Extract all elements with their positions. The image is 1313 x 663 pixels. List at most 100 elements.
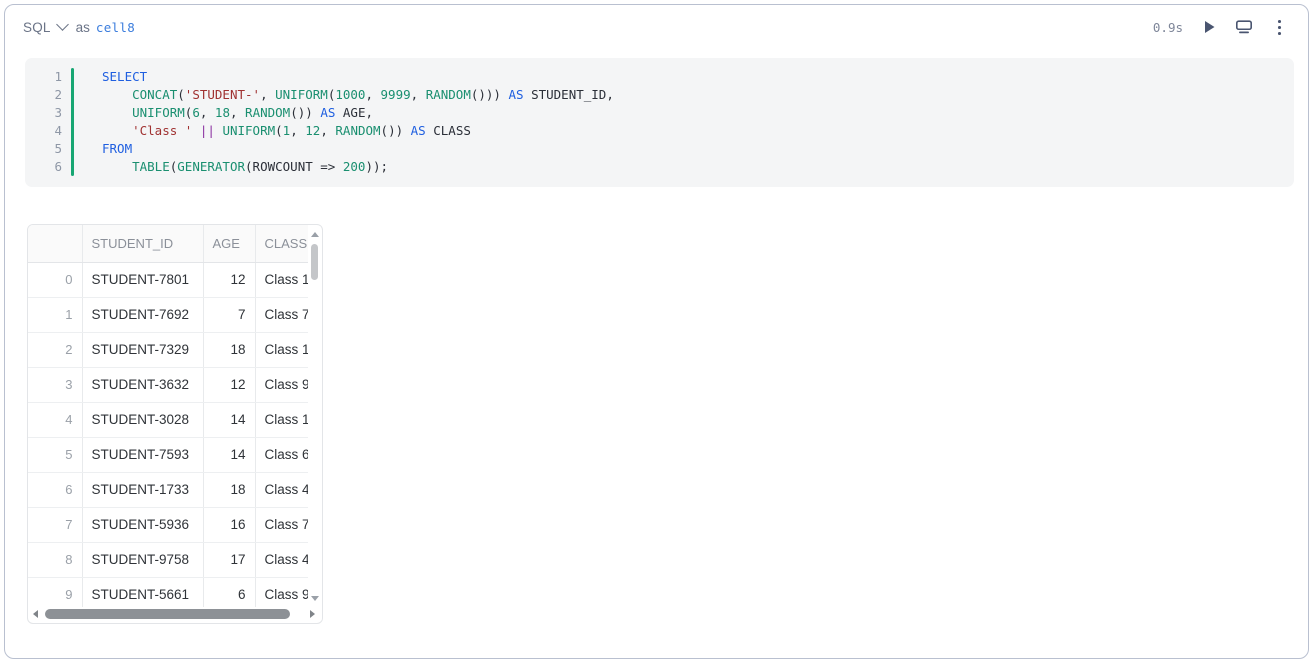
- cell-row-index[interactable]: 5: [28, 437, 82, 472]
- cell-class[interactable]: Class 4: [255, 472, 308, 507]
- cell-class[interactable]: Class 7: [255, 297, 308, 332]
- chevron-down-icon[interactable]: [56, 18, 69, 31]
- code-token: 6: [192, 105, 200, 120]
- table-row[interactable]: 9STUDENT-56616Class 9: [28, 577, 308, 607]
- scroll-up-icon[interactable]: [311, 232, 319, 237]
- code-token: (: [275, 123, 283, 138]
- play-icon[interactable]: [1200, 18, 1218, 36]
- table-row[interactable]: 0STUDENT-780112Class 11: [28, 262, 308, 297]
- vertical-scroll-thumb[interactable]: [311, 244, 318, 280]
- column-header-class[interactable]: CLASS: [255, 225, 308, 262]
- code-token: ()): [381, 123, 411, 138]
- cell-row-index[interactable]: 0: [28, 262, 82, 297]
- cell-student-id[interactable]: STUDENT-5661: [82, 577, 203, 607]
- results-table-body: 0STUDENT-780112Class 111STUDENT-76927Cla…: [28, 262, 308, 607]
- code-token: 200: [343, 159, 366, 174]
- code-token: [102, 87, 132, 102]
- code-token: TABLE: [132, 159, 170, 174]
- code-text[interactable]: SELECT CONCAT('STUDENT-', UNIFORM(1000, …: [74, 68, 1294, 176]
- code-token: SELECT: [102, 69, 147, 84]
- cell-row-index[interactable]: 8: [28, 542, 82, 577]
- cell-student-id[interactable]: STUDENT-7593: [82, 437, 203, 472]
- column-header-student-id[interactable]: STUDENT_ID: [82, 225, 203, 262]
- horizontal-scrollbar[interactable]: [29, 607, 322, 621]
- cell-age[interactable]: 12: [203, 262, 255, 297]
- code-token: AS: [320, 105, 335, 120]
- cell-student-id[interactable]: STUDENT-5936: [82, 507, 203, 542]
- more-vertical-icon[interactable]: [1270, 18, 1288, 36]
- code-token: [102, 105, 132, 120]
- table-row[interactable]: 6STUDENT-173318Class 4: [28, 472, 308, 507]
- cell-student-id[interactable]: STUDENT-3028: [82, 402, 203, 437]
- code-token: 12: [305, 123, 320, 138]
- cell-name-label[interactable]: cell8: [96, 20, 135, 35]
- table-row[interactable]: 4STUDENT-302814Class 1: [28, 402, 308, 437]
- code-line: TABLE(GENERATOR(ROWCOUNT => 200));: [102, 158, 1294, 176]
- cell-age[interactable]: 6: [203, 577, 255, 607]
- scroll-down-icon[interactable]: [311, 596, 319, 601]
- code-line: 'Class ' || UNIFORM(1, 12, RANDOM()) AS …: [102, 122, 1294, 140]
- line-number: 5: [25, 140, 62, 158]
- cell-row-index[interactable]: 1: [28, 297, 82, 332]
- code-token: ,: [320, 123, 335, 138]
- table-row[interactable]: 8STUDENT-975817Class 4: [28, 542, 308, 577]
- cell-class[interactable]: Class 11: [255, 262, 308, 297]
- column-header-age[interactable]: AGE: [203, 225, 255, 262]
- code-token: RANDOM: [426, 87, 471, 102]
- table-row[interactable]: 2STUDENT-732918Class 12: [28, 332, 308, 367]
- cell-age[interactable]: 18: [203, 332, 255, 367]
- cell-header: SQL as cell8 0.9s: [5, 5, 1308, 49]
- cell-student-id[interactable]: STUDENT-3632: [82, 367, 203, 402]
- cell-age[interactable]: 14: [203, 437, 255, 472]
- results-table-head: STUDENT_ID AGE CLASS: [28, 225, 308, 262]
- sql-code-editor[interactable]: 123456 SELECT CONCAT('STUDENT-', UNIFORM…: [25, 58, 1294, 187]
- code-line: SELECT: [102, 68, 1294, 86]
- cell-row-index[interactable]: 4: [28, 402, 82, 437]
- code-token: ,: [411, 87, 426, 102]
- code-token: UNIFORM: [132, 105, 185, 120]
- monitor-icon[interactable]: [1235, 18, 1253, 36]
- code-token: 1000: [335, 87, 365, 102]
- cell-class[interactable]: Class 7: [255, 507, 308, 542]
- cell-student-id[interactable]: STUDENT-7692: [82, 297, 203, 332]
- cell-class[interactable]: Class 9: [255, 577, 308, 607]
- table-row[interactable]: 7STUDENT-593616Class 7: [28, 507, 308, 542]
- code-token: STUDENT_ID,: [524, 87, 614, 102]
- table-row[interactable]: 3STUDENT-363212Class 9: [28, 367, 308, 402]
- code-token: CONCAT: [132, 87, 177, 102]
- cell-row-index[interactable]: 3: [28, 367, 82, 402]
- line-number: 6: [25, 158, 62, 176]
- vertical-scrollbar[interactable]: [308, 226, 321, 607]
- cell-row-index[interactable]: 9: [28, 577, 82, 607]
- cell-student-id[interactable]: STUDENT-7801: [82, 262, 203, 297]
- scroll-left-icon[interactable]: [33, 610, 38, 618]
- cell-age[interactable]: 16: [203, 507, 255, 542]
- cell-age[interactable]: 7: [203, 297, 255, 332]
- cell-row-index[interactable]: 7: [28, 507, 82, 542]
- cell-class[interactable]: Class 12: [255, 332, 308, 367]
- cell-header-actions: 0.9s: [1153, 18, 1294, 36]
- cell-class[interactable]: Class 9: [255, 367, 308, 402]
- cell-age[interactable]: 12: [203, 367, 255, 402]
- code-token: [102, 123, 132, 138]
- table-row[interactable]: 5STUDENT-759314Class 6: [28, 437, 308, 472]
- cell-row-index[interactable]: 6: [28, 472, 82, 507]
- cell-class[interactable]: Class 4: [255, 542, 308, 577]
- language-label[interactable]: SQL: [23, 20, 51, 35]
- cell-student-id[interactable]: STUDENT-7329: [82, 332, 203, 367]
- column-header-index[interactable]: [28, 225, 82, 262]
- cell-class[interactable]: Class 1: [255, 402, 308, 437]
- cell-class[interactable]: Class 6: [255, 437, 308, 472]
- cell-row-index[interactable]: 2: [28, 332, 82, 367]
- cell-age[interactable]: 14: [203, 402, 255, 437]
- cell-student-id[interactable]: STUDENT-9758: [82, 542, 203, 577]
- results-table: STUDENT_ID AGE CLASS 0STUDENT-780112Clas…: [28, 225, 308, 607]
- code-token: AGE,: [335, 105, 373, 120]
- cell-age[interactable]: 18: [203, 472, 255, 507]
- horizontal-scroll-thumb[interactable]: [45, 609, 290, 619]
- scroll-right-icon[interactable]: [310, 610, 315, 618]
- cell-student-id[interactable]: STUDENT-1733: [82, 472, 203, 507]
- table-row[interactable]: 1STUDENT-76927Class 7: [28, 297, 308, 332]
- cell-header-left: SQL as cell8: [23, 20, 135, 35]
- cell-age[interactable]: 17: [203, 542, 255, 577]
